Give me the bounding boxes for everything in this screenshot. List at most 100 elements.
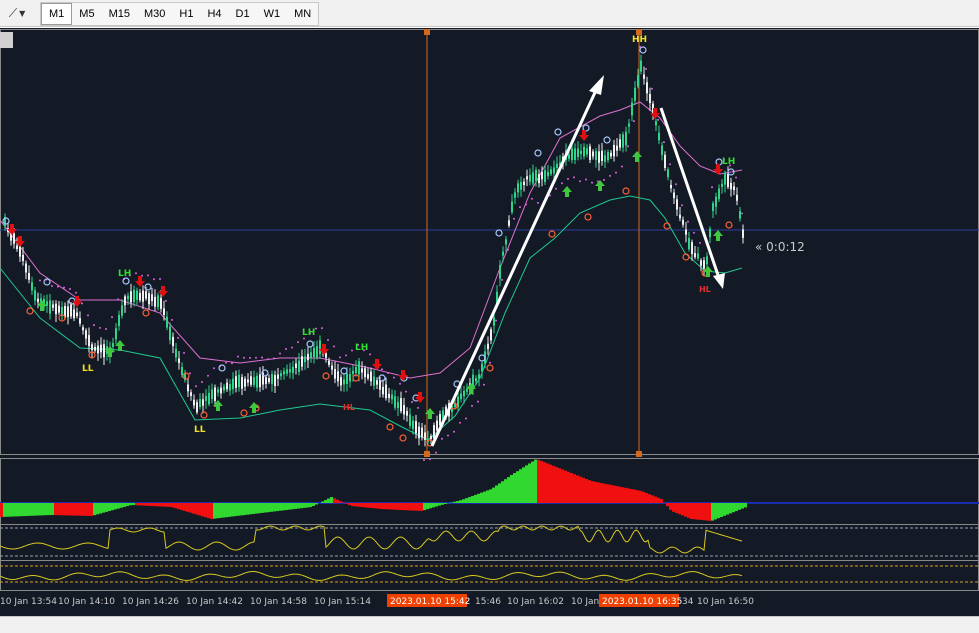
histogram-bar [684,503,687,517]
histogram-bar [393,503,396,510]
trail-dot [339,356,341,358]
trail-dot [87,314,89,316]
line-tools-dropdown[interactable]: ⟋ ▼ [2,3,32,23]
timeframe-m5[interactable]: M5 [72,3,101,25]
timeframe-bar: M1M5M15M30H1H4D1W1MN [40,2,319,26]
histogram-bar [528,463,531,503]
histogram-bar [495,486,498,504]
trail-dot [111,316,113,318]
cursor-time-label: 2023.01.10 16:35 [599,594,682,607]
trail-dot [693,232,695,234]
histogram-bar [360,503,363,507]
timeframe-h1[interactable]: H1 [172,3,200,25]
histogram-bar [441,503,444,505]
histogram-bar [627,488,630,503]
trail-dot [279,352,281,354]
histogram-bar [306,503,309,507]
trail-dot [405,391,407,393]
trail-dot [351,349,353,351]
time-label: 10 Jan 15:14 [314,597,371,607]
histogram-bar [162,503,165,507]
histogram-bar [246,503,249,515]
histogram-bar [66,503,69,515]
swing-label-hh: HH [632,35,647,45]
histogram-bar [585,479,588,503]
histogram-bar [534,460,537,503]
trail-dot [711,186,713,188]
trail-dot [285,348,287,350]
histogram-bar [321,502,324,504]
histogram-bar [492,488,495,503]
cursor-handle-bottom-1[interactable] [424,451,430,457]
trail-dot [495,320,497,322]
price-chart[interactable]: LL LH LL LH LH HL HH LH HL « 0:0:12 10 J… [0,28,979,616]
swing-label-lh: LH [118,269,131,279]
trail-dot [165,300,167,302]
trail-dot [561,182,563,184]
scroll-handle[interactable] [0,32,13,48]
histogram-bar [333,498,336,503]
histogram-bar [303,503,306,508]
timeframe-mn[interactable]: MN [287,3,318,25]
histogram-bar [81,503,84,516]
timeframe-m1[interactable]: M1 [41,3,72,25]
histogram-bar [357,503,360,507]
histogram-bar [186,503,189,512]
histogram-bar [201,503,204,516]
timeframe-w1[interactable]: W1 [257,3,288,25]
histogram-bar [297,503,300,509]
histogram-bar [24,503,27,516]
histogram-bar [573,474,576,503]
histogram-bar [300,503,303,508]
timeframe-m15[interactable]: M15 [102,3,137,25]
histogram-bar [435,503,438,507]
swing-label-lh: LH [355,343,368,353]
trail-dot [489,362,491,364]
timeframe-m30[interactable]: M30 [137,3,172,25]
histogram-bar [372,503,375,508]
histogram-bar [525,465,528,503]
histogram-bar [723,503,726,516]
histogram-bar [309,503,312,507]
time-label: 15:46 [475,597,501,607]
histogram-bar [0,503,3,517]
timeframe-h4[interactable]: H4 [200,3,228,25]
histogram-bar [669,503,672,510]
histogram-bar [264,503,267,513]
cursor-handle-bottom-2[interactable] [636,451,642,457]
histogram-bar [396,503,399,510]
histogram-bar [606,484,609,503]
histogram-bar [354,503,357,506]
histogram-bar [36,503,39,516]
histogram-bar [15,503,18,516]
trail-dot [291,347,293,349]
trail-dot [741,212,743,214]
histogram-bar [198,503,201,515]
trail-dot [57,286,59,288]
histogram-bar [741,503,744,509]
trail-dot [51,285,53,287]
trail-dot [177,337,179,339]
trail-dot [501,279,503,281]
trail-dot [669,163,671,165]
trail-dot [519,206,521,208]
histogram-bar [204,503,207,517]
histogram-bar [168,503,171,507]
histogram-bar [564,471,567,503]
histogram-bar [279,503,282,511]
histogram-bar [558,468,561,503]
histogram-bar [501,481,504,503]
histogram-bar [138,503,141,505]
trail-dot [135,272,137,274]
timeframe-d1[interactable]: D1 [229,3,257,25]
trail-dot [651,88,653,90]
cursor-handle-top-1[interactable] [424,29,430,35]
histogram-bar [90,503,93,516]
histogram-bar [84,503,87,516]
trail-dot [471,405,473,407]
histogram-bar [195,503,198,515]
histogram-bar [603,484,606,503]
histogram-bar [588,480,591,503]
histogram-bar [60,503,63,515]
histogram-bar [402,503,405,510]
